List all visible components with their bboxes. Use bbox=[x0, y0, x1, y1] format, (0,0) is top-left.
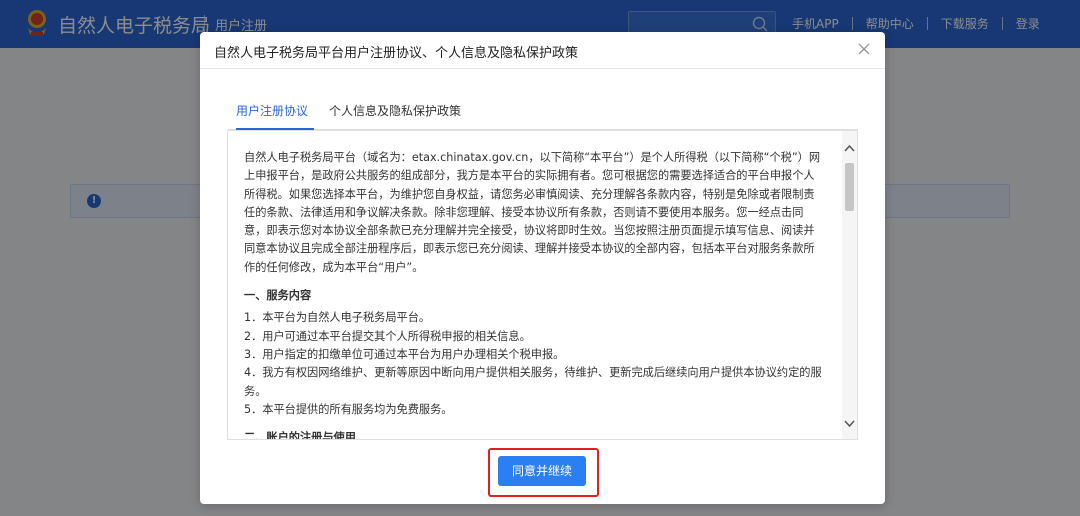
agreement-content: 自然人电子税务局平台（域名为：etax.chinatax.gov.cn，以下简称… bbox=[244, 149, 824, 440]
vertical-scrollbar[interactable] bbox=[842, 131, 857, 439]
list-item: 1．本平台为自然人电子税务局平台。 bbox=[244, 311, 431, 325]
list-item: 2．用户可通过本平台提交其个人所得税申报的相关信息。 bbox=[244, 329, 531, 343]
agreement-dialog: 自然人电子税务局平台用户注册协议、个人信息及隐私保护政策 用户注册协议 个人信息… bbox=[200, 32, 885, 504]
scroll-thumb[interactable] bbox=[845, 163, 854, 211]
agreement-text-panel[interactable]: 自然人电子税务局平台（域名为：etax.chinatax.gov.cn，以下简称… bbox=[227, 130, 858, 440]
dialog-divider bbox=[200, 68, 885, 69]
agree-continue-button[interactable]: 同意并继续 bbox=[498, 456, 586, 486]
intro-paragraph: 自然人电子税务局平台（域名为：etax.chinatax.gov.cn，以下简称… bbox=[244, 151, 821, 274]
agreement-tabs: 用户注册协议 个人信息及隐私保护政策 bbox=[228, 98, 858, 130]
list-item: 3．用户指定的扣缴单位可通过本平台为用户办理相关个税申报。 bbox=[244, 347, 565, 361]
dialog-title: 自然人电子税务局平台用户注册协议、个人信息及隐私保护政策 bbox=[214, 46, 579, 61]
tab-privacy-policy[interactable]: 个人信息及隐私保护政策 bbox=[329, 102, 461, 119]
tab-registration-agreement[interactable]: 用户注册协议 bbox=[236, 102, 308, 119]
close-icon[interactable] bbox=[855, 40, 873, 58]
chevron-up-icon[interactable] bbox=[842, 141, 857, 155]
list-item: 4．我方有权因网络维护、更新等原因中断向用户提供相关服务，待维护、更新完成后继续… bbox=[244, 366, 822, 398]
section-heading: 二、账户的注册与使用 bbox=[244, 431, 356, 440]
section-heading: 一、服务内容 bbox=[244, 289, 312, 303]
list-item: 5．本平台提供的所有服务均为免费服务。 bbox=[244, 402, 453, 416]
chevron-down-icon[interactable] bbox=[842, 417, 857, 431]
